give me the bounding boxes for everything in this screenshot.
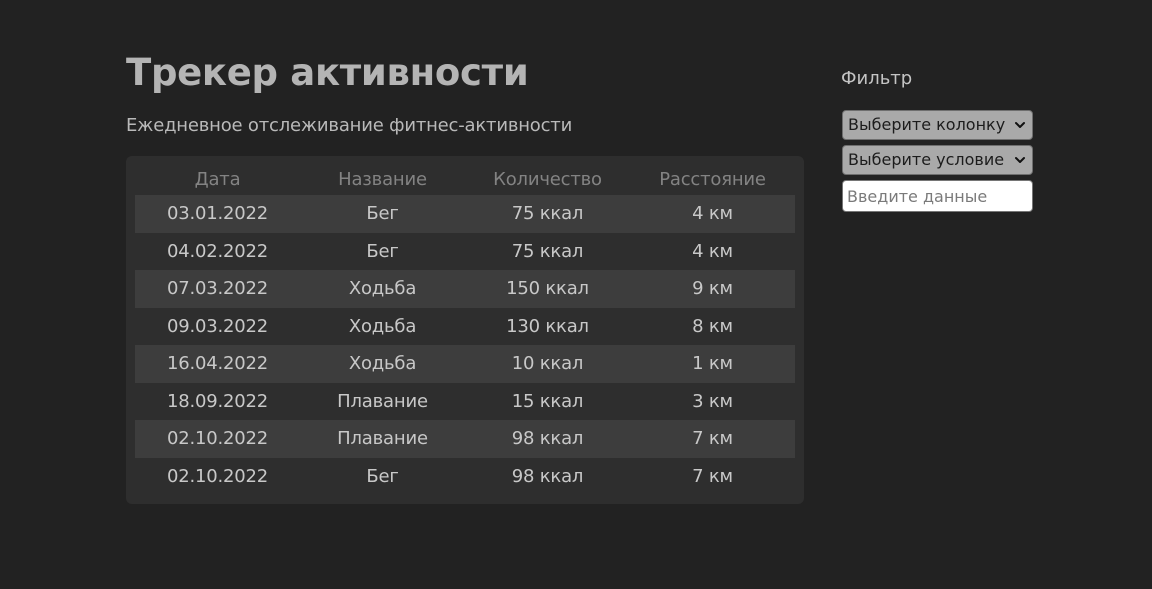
cell-name: Плавание (300, 382, 465, 420)
cell-distance: 7 км (630, 457, 795, 495)
cell-name: Ходьба (300, 307, 465, 345)
cell-date: 18.09.2022 (135, 382, 300, 420)
cell-name: Ходьба (300, 345, 465, 383)
cell-date: 04.02.2022 (135, 232, 300, 270)
cell-date: 02.10.2022 (135, 420, 300, 458)
cell-distance: 8 км (630, 307, 795, 345)
column-header-amount[interactable]: Количество (465, 164, 630, 195)
column-header-distance[interactable]: Расстояние (630, 164, 795, 195)
cell-distance: 9 км (630, 270, 795, 308)
cell-name: Ходьба (300, 270, 465, 308)
cell-name: Бег (300, 195, 465, 233)
cell-date: 07.03.2022 (135, 270, 300, 308)
cell-date: 09.03.2022 (135, 307, 300, 345)
cell-amount: 130 ккал (465, 307, 630, 345)
column-header-date[interactable]: Дата (135, 164, 300, 195)
cell-name: Бег (300, 232, 465, 270)
column-select-value: Выберите колонку (848, 115, 1006, 134)
cell-distance: 1 км (630, 345, 795, 383)
table-row: 09.03.2022 Ходьба 130 ккал 8 км (135, 307, 795, 345)
chevron-down-icon (1015, 157, 1025, 163)
table-row: 07.03.2022 Ходьба 150 ккал 9 км (135, 270, 795, 308)
cell-amount: 150 ккал (465, 270, 630, 308)
cell-amount: 75 ккал (465, 195, 630, 233)
condition-select-value: Выберите условие (848, 150, 1005, 169)
chevron-down-icon (1015, 122, 1025, 128)
filter-value-input[interactable] (842, 180, 1033, 212)
table-row: 18.09.2022 Плавание 15 ккал 3 км (135, 382, 795, 420)
table-row: 02.10.2022 Плавание 98 ккал 7 км (135, 420, 795, 458)
column-header-name[interactable]: Название (300, 164, 465, 195)
cell-distance: 4 км (630, 232, 795, 270)
cell-amount: 98 ккал (465, 457, 630, 495)
page-subtitle: Ежедневное отслеживание фитнес-активност… (126, 115, 573, 136)
cell-name: Плавание (300, 420, 465, 458)
activity-table-card: Дата Название Количество Расстояние 03.0… (126, 156, 804, 504)
cell-amount: 98 ккал (465, 420, 630, 458)
cell-amount: 75 ккал (465, 232, 630, 270)
condition-select[interactable]: Выберите условие (842, 145, 1033, 175)
page-title: Трекер активности (126, 51, 529, 94)
cell-name: Бег (300, 457, 465, 495)
cell-distance: 3 км (630, 382, 795, 420)
page: Трекер активности Ежедневное отслеживани… (0, 0, 1152, 589)
filter-label: Фильтр (841, 68, 913, 89)
cell-amount: 15 ккал (465, 382, 630, 420)
table-row: 16.04.2022 Ходьба 10 ккал 1 км (135, 345, 795, 383)
cell-date: 02.10.2022 (135, 457, 300, 495)
table-header-row: Дата Название Количество Расстояние (135, 164, 795, 195)
table-row: 04.02.2022 Бег 75 ккал 4 км (135, 232, 795, 270)
activity-table: Дата Название Количество Расстояние 03.0… (135, 164, 795, 495)
table-row: 03.01.2022 Бег 75 ккал 4 км (135, 195, 795, 233)
cell-date: 16.04.2022 (135, 345, 300, 383)
column-select[interactable]: Выберите колонку (842, 110, 1033, 140)
cell-distance: 7 км (630, 420, 795, 458)
table-row: 02.10.2022 Бег 98 ккал 7 км (135, 457, 795, 495)
cell-date: 03.01.2022 (135, 195, 300, 233)
cell-distance: 4 км (630, 195, 795, 233)
cell-amount: 10 ккал (465, 345, 630, 383)
